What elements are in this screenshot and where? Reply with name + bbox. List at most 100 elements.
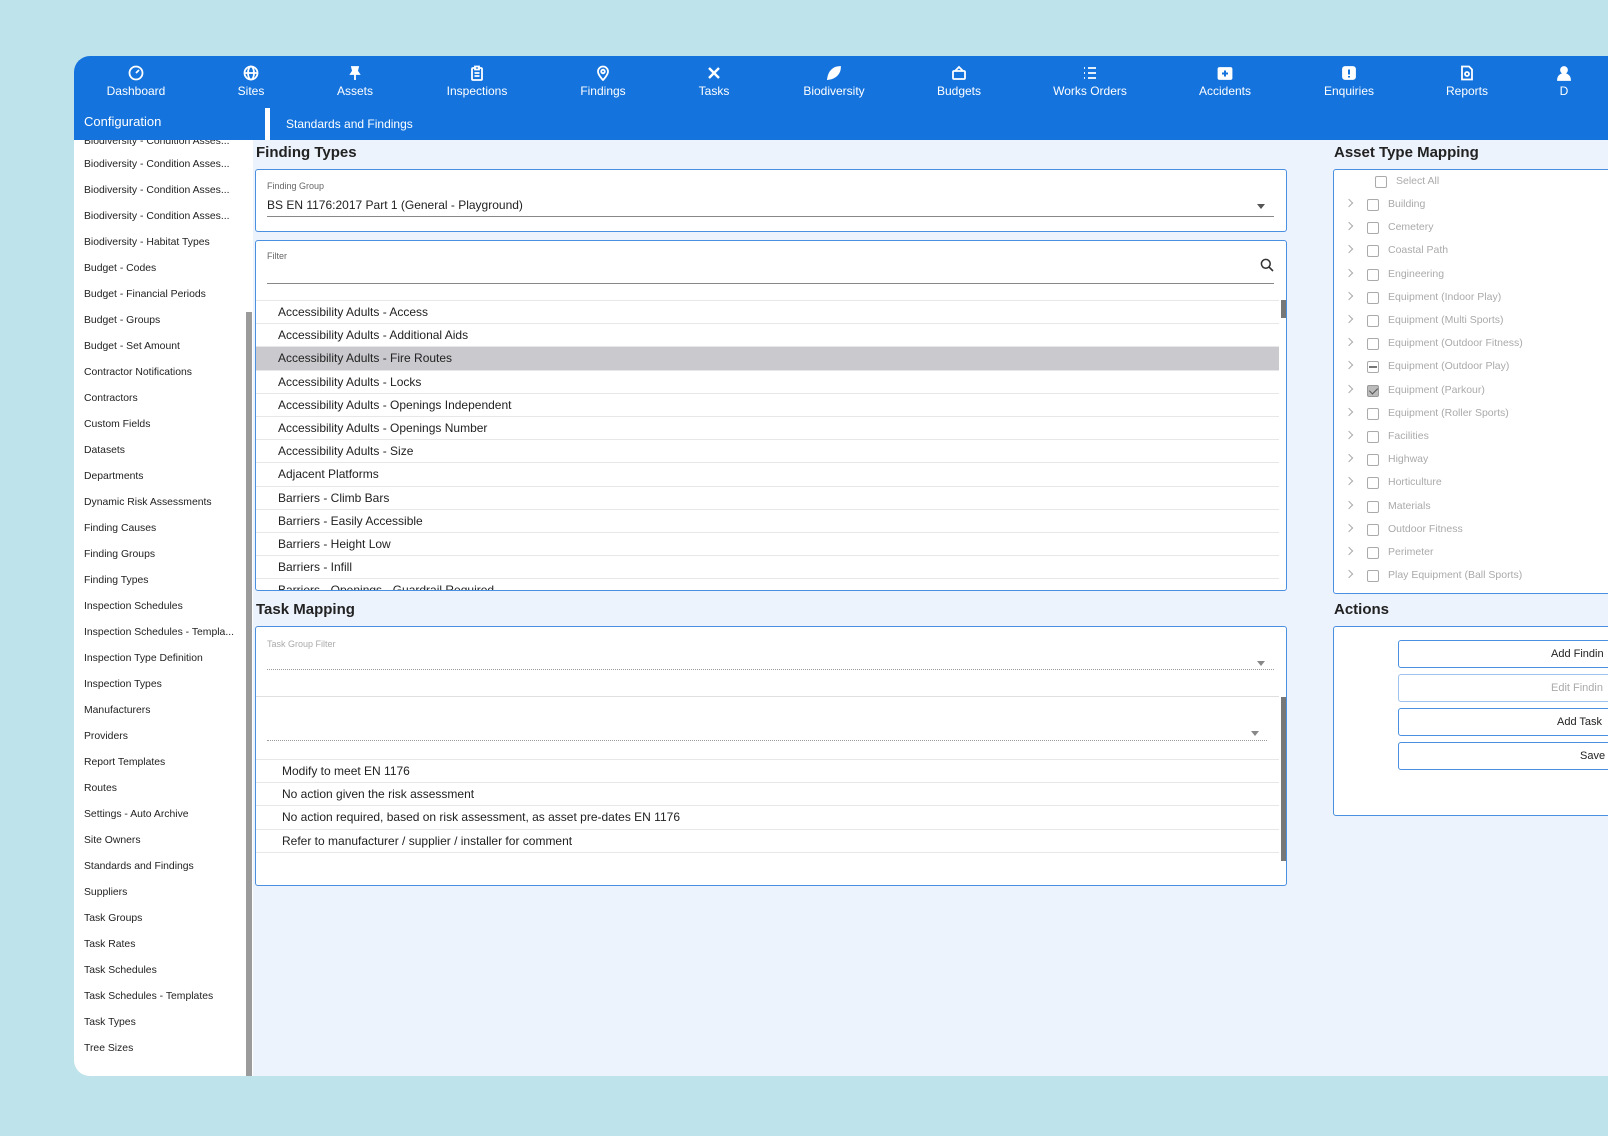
checkbox-icon[interactable] xyxy=(1375,176,1387,188)
asset-type-row[interactable]: Building xyxy=(1334,194,1604,217)
asset-type-row[interactable]: Outdoor Fitness xyxy=(1334,519,1604,542)
checkbox-icon[interactable] xyxy=(1367,222,1379,235)
checkbox-icon[interactable] xyxy=(1367,593,1379,594)
sidebar-item[interactable]: Standards and Findings xyxy=(74,854,240,880)
sidebar-item[interactable]: Task Schedules xyxy=(74,958,240,984)
tab-standards-and-findings[interactable]: Standards and Findings xyxy=(265,108,413,140)
checkbox-icon[interactable] xyxy=(1367,570,1379,583)
finding-type-row[interactable]: Barriers - Easily Accessible xyxy=(256,510,1279,533)
sidebar-item[interactable]: Biodiversity - Condition Asses... xyxy=(74,204,240,230)
nav-assets[interactable]: Assets xyxy=(310,56,400,106)
finding-type-row[interactable]: Accessibility Adults - Fire Routes xyxy=(256,347,1279,371)
sidebar-item[interactable]: Inspection Types xyxy=(74,672,240,698)
sidebar-item[interactable]: Manufacturers xyxy=(74,698,240,724)
task-row[interactable]: No action required, based on risk assess… xyxy=(256,806,1279,830)
sidebar-item[interactable]: Budget - Set Amount xyxy=(74,334,240,360)
chevron-right-icon[interactable] xyxy=(1344,314,1354,324)
finding-type-row[interactable]: Barriers - Openings - Guardrail Required xyxy=(256,579,1279,590)
checkbox-icon[interactable] xyxy=(1367,431,1379,443)
asset-type-row[interactable]: Facilities xyxy=(1334,426,1604,449)
search-icon[interactable] xyxy=(1260,258,1274,272)
nav-findings[interactable]: Findings xyxy=(558,56,648,106)
chevron-right-icon[interactable] xyxy=(1344,291,1354,301)
chevron-right-icon[interactable] xyxy=(1344,198,1354,208)
finding-type-row[interactable]: Accessibility Adults - Additional Aids xyxy=(256,324,1279,348)
finding-type-row[interactable]: Accessibility Adults - Openings Independ… xyxy=(256,394,1279,417)
asset-type-row[interactable]: Materials xyxy=(1334,496,1604,519)
sidebar-item[interactable]: Budget - Groups xyxy=(74,308,240,334)
sidebar-item[interactable]: Budget - Codes xyxy=(74,256,240,282)
chevron-right-icon[interactable] xyxy=(1344,546,1354,556)
chevron-right-icon[interactable] xyxy=(1344,337,1354,347)
sidebar-item[interactable]: Datasets xyxy=(74,438,240,464)
chevron-right-icon[interactable] xyxy=(1344,384,1354,393)
sidebar-item[interactable]: Finding Types xyxy=(74,568,240,594)
task-row[interactable]: Refer to manufacturer / supplier / insta… xyxy=(256,830,1279,853)
sidebar-item[interactable]: Inspection Type Definition xyxy=(74,646,240,672)
finding-type-row[interactable]: Accessibility Adults - Locks xyxy=(256,371,1279,394)
checkbox-icon[interactable] xyxy=(1367,291,1379,304)
nav-tasks[interactable]: Tasks xyxy=(669,56,759,106)
asset-type-row[interactable]: Play Equipment (Outdoor) xyxy=(1334,588,1604,594)
nav-budgets[interactable]: Budgets xyxy=(914,56,1004,106)
chevron-right-icon[interactable] xyxy=(1344,407,1354,417)
finding-type-row[interactable]: Barriers - Climb Bars xyxy=(256,487,1279,510)
asset-type-row[interactable]: Equipment (Roller Sports) xyxy=(1334,403,1604,426)
chevron-right-icon[interactable] xyxy=(1344,523,1354,533)
sidebar-item[interactable]: Providers xyxy=(74,724,240,750)
asset-type-row[interactable]: Engineering xyxy=(1334,264,1604,287)
task-group-filter-select[interactable] xyxy=(267,669,1274,670)
sidebar-item[interactable]: Tree Sizes xyxy=(74,1036,240,1062)
sidebar-item[interactable]: Routes xyxy=(74,776,240,802)
checkbox-icon[interactable] xyxy=(1367,268,1379,281)
chevron-down-icon[interactable] xyxy=(1257,204,1265,209)
sidebar-item[interactable]: Task Types xyxy=(74,1010,240,1036)
nav-inspections[interactable]: Inspections xyxy=(432,56,522,106)
sidebar-item[interactable]: Contractor Notifications xyxy=(74,360,240,386)
nav-d[interactable]: D xyxy=(1519,56,1608,106)
asset-type-row[interactable]: Horticulture xyxy=(1334,472,1604,495)
asset-type-row[interactable]: Equipment (Outdoor Play) xyxy=(1334,356,1604,379)
checkbox-icon[interactable] xyxy=(1367,407,1379,420)
chevron-right-icon[interactable] xyxy=(1344,430,1354,440)
chevron-right-icon[interactable] xyxy=(1344,569,1354,579)
finding-type-row[interactable]: Barriers - Infill xyxy=(256,556,1279,580)
finding-type-row[interactable]: Accessibility Adults - Access xyxy=(256,301,1279,325)
checkbox-icon[interactable] xyxy=(1367,500,1379,513)
sidebar-item[interactable]: Biodiversity - Condition Asses... xyxy=(74,140,240,152)
nav-reports[interactable]: Reports xyxy=(1422,56,1512,106)
asset-type-row[interactable]: Equipment (Parkour) xyxy=(1334,380,1604,403)
sidebar-scrollbar-thumb[interactable] xyxy=(246,312,252,1076)
chevron-right-icon[interactable] xyxy=(1344,453,1354,463)
sidebar-item[interactable]: Contractors xyxy=(74,386,240,412)
sidebar-item[interactable]: Task Schedules - Templates xyxy=(74,984,240,1010)
sidebar-item[interactable]: Task Groups xyxy=(74,906,240,932)
asset-type-row[interactable]: Equipment (Multi Sports) xyxy=(1334,310,1604,333)
chevron-right-icon[interactable] xyxy=(1344,245,1354,254)
sidebar-item[interactable]: Suppliers xyxy=(74,880,240,906)
nav-accidents[interactable]: Accidents xyxy=(1180,56,1270,106)
finding-group-select[interactable]: Finding Group BS EN 1176:2017 Part 1 (Ge… xyxy=(255,169,1287,232)
checkbox-icon[interactable] xyxy=(1367,523,1379,536)
chevron-right-icon[interactable] xyxy=(1345,593,1353,594)
sidebar-item[interactable]: Inspection Schedules - Templa... xyxy=(74,620,240,646)
asset-type-row[interactable]: Cemetery xyxy=(1334,217,1604,240)
checkbox-icon[interactable] xyxy=(1367,384,1379,397)
checkbox-icon[interactable] xyxy=(1367,245,1379,258)
sidebar-item[interactable]: Site Owners xyxy=(74,828,240,854)
nav-dashboard[interactable]: Dashboard xyxy=(91,56,181,106)
select-all-checkbox[interactable]: Select All xyxy=(1334,171,1604,194)
asset-type-row[interactable]: Coastal Path xyxy=(1334,240,1604,263)
add-findin-button[interactable]: Add Findin xyxy=(1398,640,1608,668)
filter-input[interactable] xyxy=(267,283,1274,284)
task-select[interactable] xyxy=(267,740,1267,741)
chevron-right-icon[interactable] xyxy=(1344,268,1354,277)
sidebar-item[interactable]: Settings - Auto Archive xyxy=(74,802,240,828)
sidebar-item[interactable]: Finding Causes xyxy=(74,516,240,542)
chevron-down-icon[interactable] xyxy=(1251,731,1259,736)
sidebar-item[interactable]: Report Templates xyxy=(74,750,240,776)
nav-enquiries[interactable]: Enquiries xyxy=(1304,56,1394,106)
sidebar-item[interactable]: Inspection Schedules xyxy=(74,594,240,620)
finding-type-row[interactable]: Accessibility Adults - Openings Number xyxy=(256,417,1279,441)
asset-type-row[interactable]: Play Equipment (Ball Sports) xyxy=(1334,565,1604,588)
